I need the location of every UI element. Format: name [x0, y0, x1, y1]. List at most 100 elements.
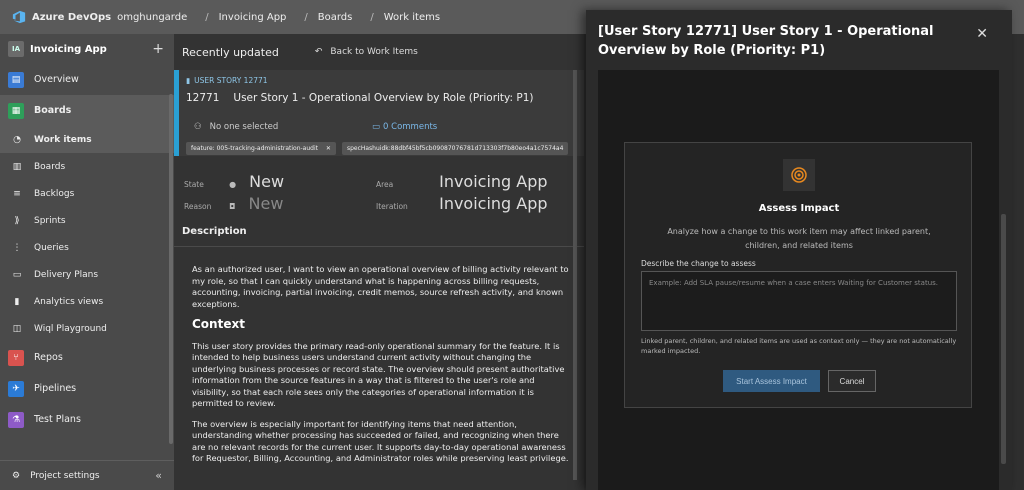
area-value: Invoicing App — [439, 172, 548, 191]
assigned-to-value: No one selected — [209, 122, 279, 132]
dialog-title: Assess Impact — [758, 203, 840, 214]
azure-devops-logo-icon[interactable] — [12, 10, 26, 24]
collapse-sidebar-icon[interactable]: « — [155, 469, 162, 482]
work-item-title[interactable]: 12771 User Story 1 - Operational Overview… — [186, 92, 533, 104]
sidebar-item-backlogs[interactable]: ≡ Backlogs — [0, 180, 174, 207]
description-heading: Description — [182, 226, 247, 237]
sidebar-nav: ▤ Overview ▦ Boards ◔ Work items ▥ Board… — [0, 64, 174, 435]
recently-updated-label[interactable]: Recently updated — [182, 46, 279, 59]
state-field[interactable]: State ● New — [184, 172, 284, 191]
breadcrumb-separator: / — [370, 11, 374, 23]
work-item-type-label: USER STORY 12771 — [194, 76, 268, 85]
project-avatar: IA — [8, 41, 24, 57]
wiql-icon: ◫ — [12, 323, 22, 334]
work-item-type: ▮ USER STORY 12771 — [186, 76, 268, 85]
back-to-work-items-link[interactable]: ↶ Back to Work Items — [315, 47, 418, 57]
sidebar-item-queries[interactable]: ⋮ Queries — [0, 234, 174, 261]
reason-value: New — [248, 194, 284, 213]
sidebar-item-label: Overview — [34, 74, 79, 85]
sidebar-item-label: Repos — [34, 352, 63, 363]
delivery-plans-icon: ▭ — [12, 269, 22, 280]
area-field[interactable]: Area Invoicing App — [376, 172, 548, 191]
divider — [174, 246, 584, 247]
overview-icon: ▤ — [8, 71, 24, 88]
state-dot-icon: ● — [229, 180, 237, 189]
project-settings-row[interactable]: ⚙ Project settings « — [0, 460, 174, 490]
start-assess-impact-button[interactable]: Start Assess Impact — [723, 370, 820, 392]
sidebar-item-boards-sub[interactable]: ▥ Boards — [0, 153, 174, 180]
sidebar-scrollbar[interactable] — [169, 94, 173, 444]
remove-tag-icon[interactable]: ✕ — [326, 145, 331, 152]
test-plans-icon: ⚗ — [8, 411, 24, 428]
assess-impact-panel: [User Story 12771] User Story 1 - Operat… — [586, 10, 1012, 490]
book-icon: ▮ — [186, 76, 191, 85]
assess-impact-dialog: Assess Impact Analyze how a change to th… — [624, 142, 972, 408]
comment-icon: ▭ — [372, 122, 381, 132]
sidebar: IA Invoicing App + ▤ Overview ▦ Boards ◔… — [0, 34, 174, 490]
area-label: Area — [376, 180, 394, 189]
breadcrumb-project[interactable]: Invoicing App — [219, 12, 287, 23]
reason-label: Reason — [184, 202, 212, 211]
cancel-button[interactable]: Cancel — [828, 370, 876, 392]
sidebar-item-pipelines[interactable]: ✈ Pipelines — [0, 373, 174, 404]
context-heading: Context — [192, 317, 245, 331]
back-arrow-icon: ↶ — [314, 47, 323, 57]
iteration-field[interactable]: Iteration Invoicing App — [376, 194, 548, 213]
sidebar-item-sprints[interactable]: ⟫ Sprints — [0, 207, 174, 234]
iteration-value: Invoicing App — [439, 194, 548, 213]
sidebar-item-delivery-plans[interactable]: ▭ Delivery Plans — [0, 261, 174, 288]
sidebar-item-test-plans[interactable]: ⚗ Test Plans — [0, 404, 174, 435]
comments-link[interactable]: ▭ 0 Comments — [372, 122, 437, 132]
sidebar-item-work-items[interactable]: ◔ Work items — [0, 126, 174, 153]
pipelines-icon: ✈ — [8, 380, 24, 397]
breadcrumb-section[interactable]: Boards — [318, 12, 353, 23]
board-icon: ▥ — [12, 161, 22, 172]
tag-list: feature: 005-tracking-administration-aud… — [186, 142, 569, 155]
sidebar-item-overview[interactable]: ▤ Overview — [0, 64, 174, 95]
lock-icon: ◘ — [229, 202, 236, 211]
description-paragraph: The overview is especially important for… — [192, 418, 569, 464]
breadcrumb-page[interactable]: Work items — [384, 12, 440, 23]
gear-icon: ⚙ — [12, 470, 21, 481]
sidebar-item-repos[interactable]: ⑂ Repos — [0, 342, 174, 373]
back-label: Back to Work Items — [330, 47, 418, 57]
context-note: Linked parent, children, and related ite… — [641, 337, 957, 355]
tag-label: specHashuidk:88dbf45bf5cb09087076781d713… — [346, 145, 564, 152]
panel-title: [User Story 12771] User Story 1 - Operat… — [598, 24, 934, 58]
tag-label: feature: 005-tracking-administration-aud… — [191, 145, 318, 152]
panel-scrollbar[interactable] — [1001, 214, 1006, 464]
sprints-icon: ⟫ — [14, 215, 20, 226]
sidebar-item-label: Delivery Plans — [34, 269, 99, 280]
sidebar-item-label: Analytics views — [34, 296, 104, 307]
dialog-subtitle: Analyze how a change to this work item m… — [667, 227, 931, 250]
work-item-id: 12771 — [186, 92, 220, 104]
change-description-input[interactable] — [641, 271, 957, 331]
close-icon[interactable]: ✕ — [976, 26, 988, 42]
brand-name[interactable]: Azure DevOps — [32, 12, 111, 23]
change-description-label: Describe the change to assess — [641, 259, 756, 268]
queries-icon: ⋮ — [12, 242, 22, 253]
reason-field[interactable]: Reason ◘ New — [184, 194, 283, 213]
sidebar-item-label: Work items — [34, 134, 92, 145]
project-name[interactable]: Invoicing App — [30, 44, 107, 55]
sidebar-item-wiql-playground[interactable]: ◫ Wiql Playground — [0, 315, 174, 342]
backlogs-icon: ≡ — [13, 188, 21, 199]
main-scrollbar[interactable] — [573, 70, 577, 480]
sidebar-item-label: Test Plans — [34, 414, 81, 425]
analytics-icon: ▮ — [14, 296, 20, 307]
sidebar-item-boards[interactable]: ▦ Boards — [0, 95, 174, 126]
project-header[interactable]: IA Invoicing App + — [0, 34, 174, 64]
tag[interactable]: specHashuidk:88dbf45bf5cb09087076781d713… — [341, 142, 569, 155]
add-icon[interactable]: + — [152, 41, 164, 57]
breadcrumb-org[interactable]: omghungarde — [117, 12, 187, 23]
work-item-header: Recently updated ↶ Back to Work Items — [174, 34, 584, 70]
work-item-type-stripe — [174, 70, 179, 156]
sidebar-item-label: Pipelines — [34, 383, 77, 394]
tag[interactable]: feature: 005-tracking-administration-aud… — [186, 142, 336, 155]
description-body[interactable]: As an authorized user, I want to view an… — [192, 264, 572, 474]
assigned-to[interactable]: ⚇ No one selected — [194, 122, 278, 132]
sidebar-item-analytics-views[interactable]: ▮ Analytics views — [0, 288, 174, 315]
sidebar-item-label: Queries — [34, 242, 69, 253]
sidebar-item-label: Sprints — [34, 215, 66, 226]
repos-icon: ⑂ — [8, 349, 24, 366]
